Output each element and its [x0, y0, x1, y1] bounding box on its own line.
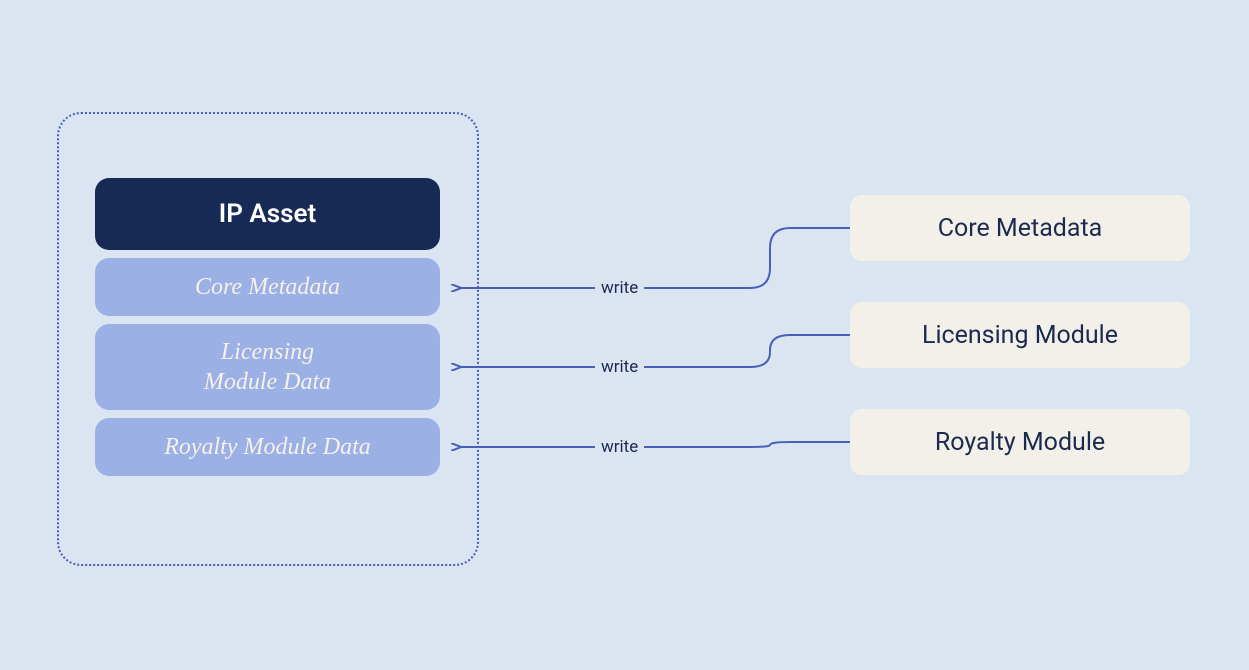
module-licensing-label: Licensing Module: [922, 321, 1118, 350]
module-core-label: Core Metadata: [938, 214, 1103, 243]
ip-asset-title-box: IP Asset: [95, 178, 440, 250]
data-box-royalty-label: Royalty Module Data: [164, 432, 371, 462]
connector-royalty: [460, 442, 850, 447]
ip-asset-title: IP Asset: [219, 199, 316, 229]
connector-core: [460, 228, 850, 288]
module-box-core-metadata: Core Metadata: [850, 195, 1190, 261]
module-box-licensing: Licensing Module: [850, 302, 1190, 368]
data-box-core-metadata: Core Metadata: [95, 258, 440, 316]
edge-label-licensing: write: [595, 357, 644, 377]
data-box-licensing-label: Licensing Module Data: [204, 337, 331, 397]
module-box-royalty: Royalty Module: [850, 409, 1190, 475]
edge-label-core: write: [595, 278, 644, 298]
edge-label-royalty: write: [595, 437, 644, 457]
data-box-royalty: Royalty Module Data: [95, 418, 440, 476]
connector-licensing: [460, 335, 850, 367]
data-box-core-label: Core Metadata: [195, 272, 340, 302]
data-box-licensing: Licensing Module Data: [95, 324, 440, 410]
module-royalty-label: Royalty Module: [935, 428, 1105, 457]
